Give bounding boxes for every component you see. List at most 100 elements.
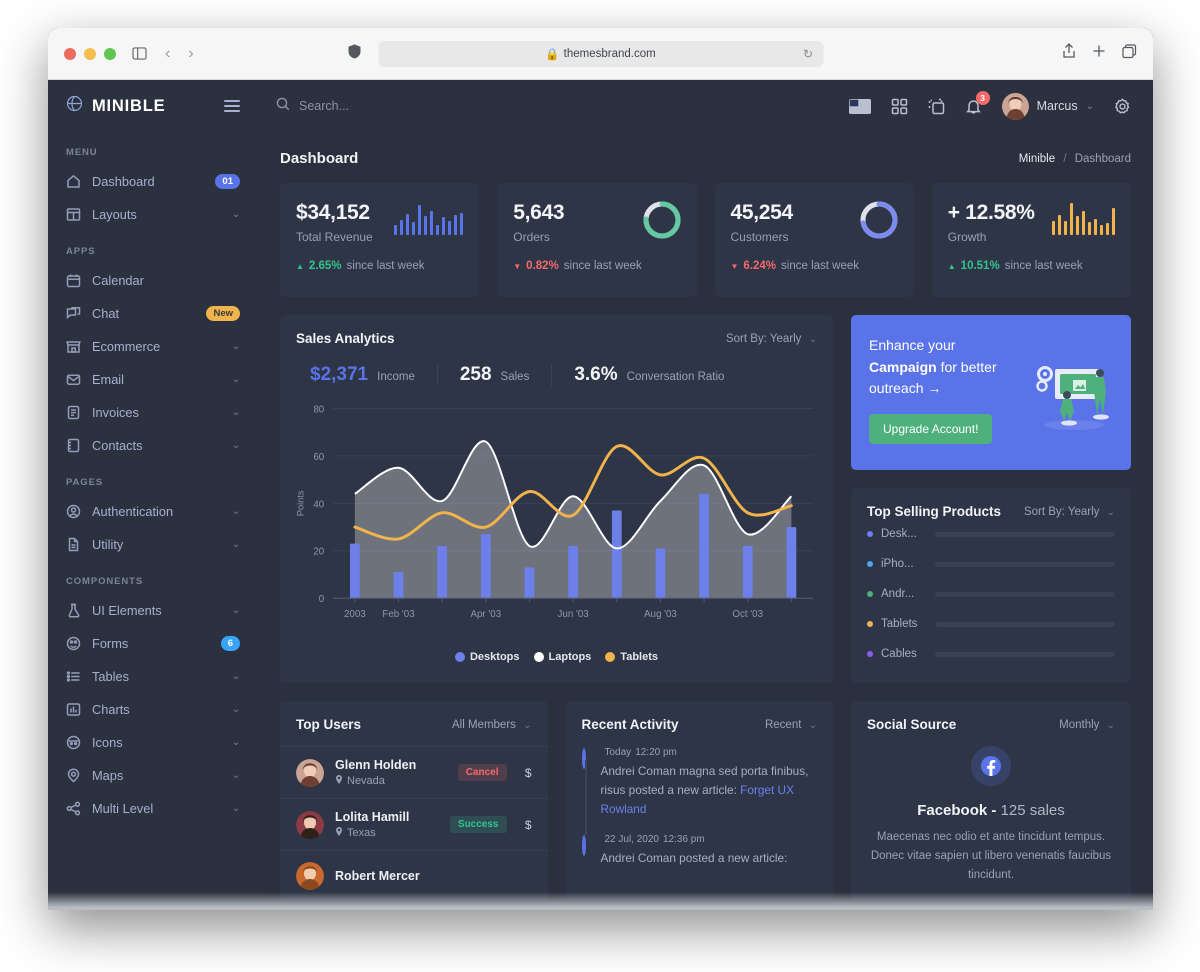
- table-row[interactable]: Lolita Hamill Texas Success $: [280, 798, 548, 850]
- back-button[interactable]: ‹: [165, 45, 170, 63]
- stat-label: Total Revenue: [296, 230, 373, 244]
- social-source-header: Social Source Monthly ⌄: [851, 701, 1131, 732]
- sidebar-item-label: Contacts: [92, 438, 143, 453]
- page-title: Dashboard: [280, 150, 359, 167]
- home-icon: [66, 174, 81, 189]
- window-traffic-lights[interactable]: [64, 47, 116, 60]
- user-menu[interactable]: Marcus ⌄: [1001, 92, 1094, 120]
- activity-filter-dropdown[interactable]: Recent ⌄: [765, 719, 817, 731]
- stat-delta: 6.24%: [743, 260, 777, 272]
- sidebar-toggle-icon[interactable]: [132, 47, 147, 60]
- sidebar-item-charts[interactable]: Charts ⌄: [48, 693, 258, 726]
- social-filter-dropdown[interactable]: Monthly ⌄: [1059, 719, 1115, 731]
- sidebar-item-utility[interactable]: Utility ⌄: [48, 528, 258, 561]
- search-box[interactable]: [276, 97, 499, 116]
- social-headline-rest: 125 sales: [996, 802, 1065, 819]
- legend-item[interactable]: Desktops: [454, 651, 520, 663]
- stat-delta: 0.82%: [526, 260, 559, 272]
- sidebar-item-calendar[interactable]: Calendar: [48, 264, 258, 297]
- sidebar-item-ui-elements[interactable]: UI Elements ⌄: [48, 594, 258, 627]
- sidebar-item-chat[interactable]: Chat New: [48, 297, 258, 330]
- sidebar-item-label: Charts: [92, 702, 130, 717]
- activity-content: 22 Jul, 2020 12:36 pm Andrei Coman posted …: [601, 833, 788, 868]
- legend-item[interactable]: Tablets: [605, 651, 658, 663]
- table-row[interactable]: Robert Mercer: [280, 850, 548, 901]
- members-filter-dropdown[interactable]: All Members ⌄: [452, 719, 532, 731]
- url-text: themesbrand.com: [563, 47, 656, 60]
- stat-visual: [860, 201, 898, 244]
- chevron-down-icon: ⌄: [231, 374, 240, 385]
- sidebar-item-label: Chat: [92, 306, 120, 321]
- facebook-icon[interactable]: [971, 746, 1011, 786]
- user-location: Nevada: [335, 775, 447, 787]
- top-users-card: Top Users All Members ⌄ Glenn Holden Neva…: [280, 701, 548, 901]
- sidebar-item-invoices[interactable]: Invoices ⌄: [48, 396, 258, 429]
- sidebar-item-email[interactable]: Email ⌄: [48, 363, 258, 396]
- sidebar-item-tables[interactable]: Tables ⌄: [48, 660, 258, 693]
- top-users-header: Top Users All Members ⌄: [280, 701, 548, 746]
- social-filter-label: Monthly: [1059, 718, 1100, 731]
- svg-text:Points: Points: [296, 490, 306, 516]
- contacts-icon: [66, 438, 81, 453]
- social-description: Maecenas nec odio et ante tincidunt temp…: [870, 831, 1112, 881]
- chevron-down-icon: ⌄: [231, 704, 240, 715]
- selling-product-row: Cables: [851, 639, 1131, 669]
- legend-swatch: [454, 652, 465, 662]
- sidebar-item-label: Maps: [92, 768, 124, 783]
- minimize-window-button[interactable]: [84, 47, 96, 60]
- share-nodes-icon: [66, 801, 81, 816]
- bar-sparkline-icon: [393, 201, 464, 235]
- chart-legend: Desktops Laptops Tablets: [290, 651, 823, 663]
- sidebar-item-multi-level[interactable]: Multi Level ⌄: [48, 792, 258, 825]
- analytics-metrics: $2,371 Income 258 Sales 3.6% Conversation Rat…: [296, 364, 817, 386]
- sidebar-item-maps[interactable]: Maps ⌄: [48, 759, 258, 792]
- sales-sort-label: Sort By: Yearly: [725, 332, 802, 345]
- list-item: 22 Jul, 2020 12:36 pm Andrei Coman posted …: [581, 833, 818, 882]
- grid-apps-icon[interactable]: [891, 98, 908, 115]
- sidebar-item-authentication[interactable]: Authentication ⌄: [48, 495, 258, 528]
- selling-sort-dropdown[interactable]: Sort By: Yearly ⌄: [1024, 506, 1115, 518]
- table-row[interactable]: Glenn Holden Nevada Cancel $: [280, 746, 548, 798]
- stat-footer: ▲ 10.51% since last week: [948, 260, 1115, 272]
- sidebar-item-icons[interactable]: Icons ⌄: [48, 726, 258, 759]
- svg-text:60: 60: [313, 452, 324, 463]
- analytics-metric: 258 Sales: [436, 364, 551, 386]
- campaign-line2: for better: [936, 358, 997, 375]
- stat-value: 5,643: [513, 201, 565, 224]
- arrow-right-icon: →: [927, 380, 942, 397]
- shield-icon[interactable]: [348, 43, 361, 64]
- gear-icon[interactable]: [1114, 97, 1131, 115]
- arrow-up-icon: ▲: [296, 261, 304, 271]
- reload-icon[interactable]: ↻: [803, 47, 813, 61]
- forward-button[interactable]: ›: [188, 45, 193, 63]
- fullscreen-icon[interactable]: [928, 98, 945, 115]
- share-icon[interactable]: [1062, 43, 1076, 64]
- breadcrumb-root[interactable]: Minible: [1019, 153, 1055, 165]
- upgrade-account-button[interactable]: Upgrade Account!: [869, 414, 993, 445]
- search-input[interactable]: [299, 99, 499, 113]
- activity-date-text: Today: [604, 747, 632, 758]
- sidebar-section-title: APPS: [66, 246, 96, 257]
- legend-item[interactable]: Laptops: [533, 651, 591, 663]
- hamburger-icon[interactable]: [224, 100, 240, 112]
- bell-icon[interactable]: 3: [965, 90, 990, 115]
- sidebar-item-dashboard[interactable]: Dashboard 01: [48, 165, 258, 198]
- metric-value: 3.6%: [574, 364, 618, 385]
- sidebar-item-label: Email: [92, 372, 124, 387]
- stat-top: $34,152 Total Revenue: [296, 201, 464, 244]
- plus-icon[interactable]: [1092, 44, 1106, 63]
- sidebar-item-layouts[interactable]: Layouts ⌄: [48, 198, 258, 231]
- sidebar-section-title: MENU: [66, 147, 98, 158]
- address-bar[interactable]: 🔒 themesbrand.com ↻: [378, 40, 823, 67]
- map-pin-icon: [66, 768, 81, 783]
- sales-sort-dropdown[interactable]: Sort By: Yearly ⌄: [726, 333, 817, 345]
- maximize-window-button[interactable]: [104, 47, 116, 60]
- tabs-icon[interactable]: [1122, 43, 1137, 64]
- sidebar-item-contacts[interactable]: Contacts ⌄: [48, 429, 258, 462]
- sidebar-item-forms[interactable]: Forms 6: [48, 627, 258, 660]
- sidebar-item-ecommerce[interactable]: Ecommerce ⌄: [48, 330, 258, 363]
- close-window-button[interactable]: [64, 47, 76, 60]
- activity-time-text: 12:20 pm: [635, 747, 677, 758]
- us-flag-icon[interactable]: [848, 98, 871, 114]
- campaign-line1: Enhance your: [869, 337, 956, 353]
